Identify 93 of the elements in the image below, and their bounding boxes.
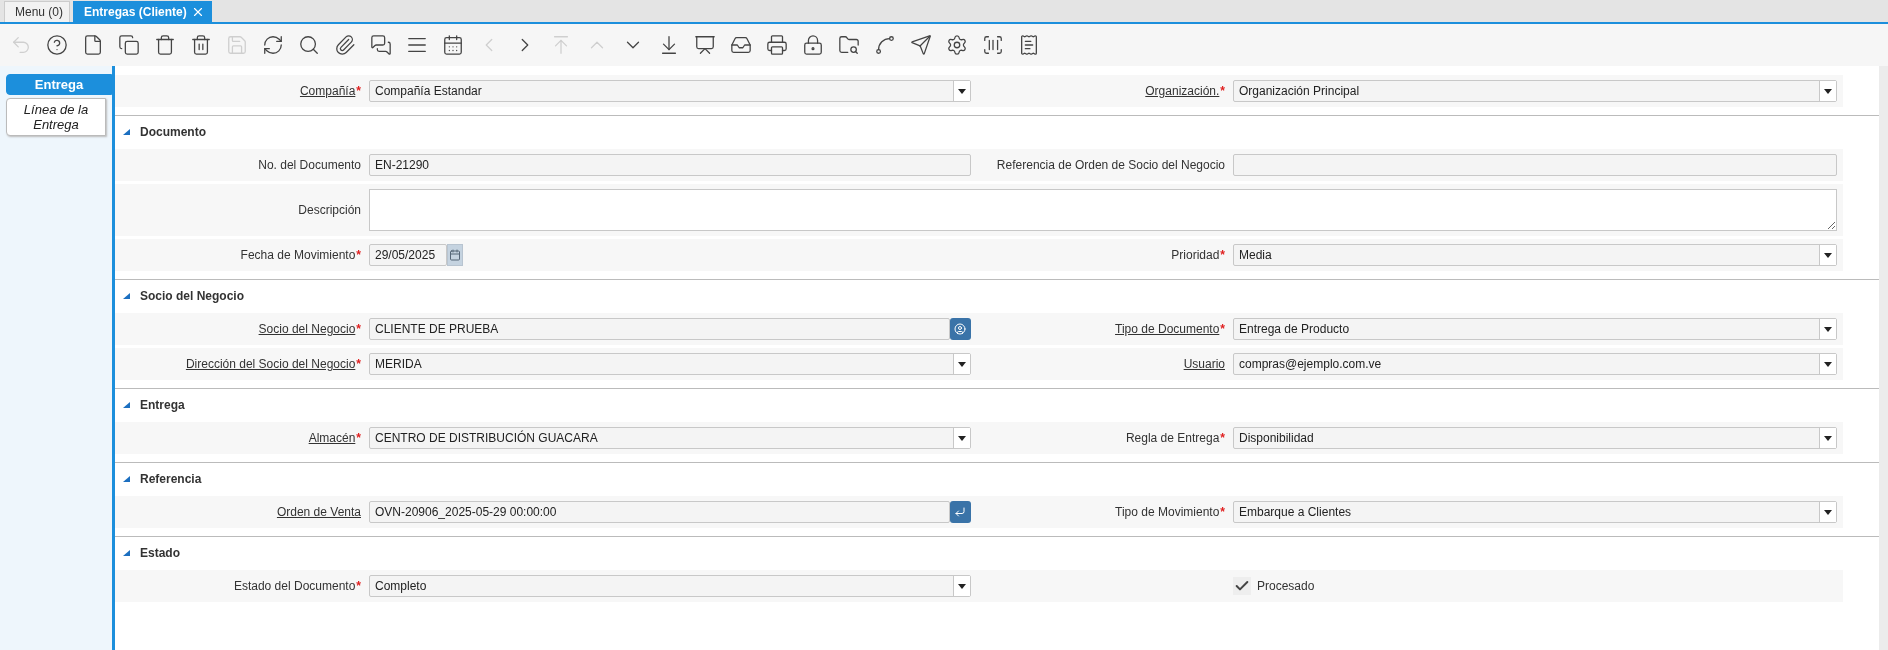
refresh-icon[interactable]	[262, 34, 284, 56]
collapse-icon[interactable]	[123, 293, 130, 299]
lock-icon[interactable]	[802, 34, 824, 56]
required-mark: *	[356, 322, 361, 336]
search-field[interactable]: CLIENTE DE PRUEBA	[369, 318, 950, 340]
record-tab[interactable]: Línea de la Entrega	[6, 98, 106, 136]
dropdown-field[interactable]: Entrega de Producto	[1233, 318, 1837, 340]
dropdown-field[interactable]: Media	[1233, 244, 1837, 266]
caret-icon[interactable]	[1819, 428, 1836, 448]
field-label: Tipo de Movimiento	[1115, 505, 1220, 519]
field-label[interactable]: Tipo de Documento	[1115, 322, 1220, 336]
return-button[interactable]	[949, 501, 971, 523]
field-label[interactable]: Orden de Venta	[276, 505, 361, 519]
folder-search-icon[interactable]	[838, 34, 860, 56]
new-document-icon[interactable]	[82, 34, 104, 56]
field-label: Fecha de Movimiento	[240, 248, 356, 262]
printer-icon[interactable]	[766, 34, 788, 56]
input-field[interactable]: EN-21290	[369, 154, 971, 176]
field-label[interactable]: Usuario	[1183, 357, 1225, 371]
required-mark: *	[356, 431, 361, 445]
caret-icon[interactable]	[953, 354, 970, 374]
collapse-icon[interactable]	[123, 402, 130, 408]
caret-icon[interactable]	[1819, 502, 1836, 522]
dropdown-field[interactable]: Disponibilidad	[1233, 427, 1837, 449]
dropdown-field[interactable]: Completo	[369, 575, 971, 597]
field-label: No. del Documento	[258, 158, 361, 172]
required-mark: *	[1220, 505, 1225, 519]
section-title: Documento	[140, 125, 206, 139]
barcode-icon[interactable]	[982, 34, 1004, 56]
presentation-icon[interactable]	[694, 34, 716, 56]
required-mark: *	[356, 579, 361, 593]
receipt-icon[interactable]	[1018, 34, 1040, 56]
checkbox[interactable]	[1233, 577, 1251, 595]
dropdown-field[interactable]: Embarque a Clientes	[1233, 501, 1837, 523]
field-label: Estado del Documento	[233, 579, 356, 593]
search-field[interactable]: OVN-20906_2025-05-29 00:00:00	[369, 501, 950, 523]
send-icon[interactable]	[910, 34, 932, 56]
user-icon	[954, 323, 967, 335]
chat-icon[interactable]	[370, 34, 392, 56]
date-field[interactable]: 29/05/2025	[369, 244, 447, 266]
help-icon[interactable]	[46, 34, 68, 56]
checkbox-label: Procesado	[1257, 579, 1315, 593]
caret-icon[interactable]	[1819, 245, 1836, 265]
settings-icon[interactable]	[946, 34, 968, 56]
return-arrow-icon	[954, 506, 967, 518]
field-label[interactable]: Socio del Negocio	[258, 322, 356, 336]
required-mark: *	[356, 248, 361, 262]
caret-icon[interactable]	[1819, 319, 1836, 339]
collapse-icon[interactable]	[123, 129, 130, 135]
calendar-icon	[449, 249, 461, 261]
required-mark: *	[356, 357, 361, 371]
required-mark: *	[1220, 431, 1225, 445]
input-field[interactable]	[1233, 154, 1837, 176]
dropdown-field[interactable]: MERIDA	[369, 353, 971, 375]
user-lookup-button[interactable]	[949, 318, 971, 340]
window-tab[interactable]: Menu (0)	[4, 1, 71, 22]
dropdown-field[interactable]: CENTRO DE DISTRIBUCIÓN GUACARA	[369, 427, 971, 449]
field-label[interactable]: Compañía	[299, 84, 356, 98]
tray-icon[interactable]	[730, 34, 752, 56]
section-title: Entrega	[140, 398, 185, 412]
copy-icon[interactable]	[118, 34, 140, 56]
section-title: Referencia	[140, 472, 202, 486]
field-label[interactable]: Almacén	[308, 431, 356, 445]
trash-icon[interactable]	[190, 34, 212, 56]
required-mark: *	[1220, 322, 1225, 336]
dropdown-field[interactable]: compras@ejemplo.com.ve	[1233, 353, 1837, 375]
caret-icon[interactable]	[953, 428, 970, 448]
caret-icon[interactable]	[1819, 81, 1836, 101]
dropdown-field[interactable]: Compañía Estandar	[369, 80, 971, 102]
section-title: Estado	[140, 546, 180, 560]
required-mark: *	[1220, 84, 1225, 98]
field-label: Regla de Entrega	[1125, 431, 1220, 445]
paperclip-icon[interactable]	[334, 34, 356, 56]
required-mark: *	[1220, 248, 1225, 262]
caret-icon[interactable]	[953, 576, 970, 596]
caret-icon[interactable]	[1819, 354, 1836, 374]
field-label: Referencia de Orden de Socio del Negocio	[996, 158, 1225, 172]
field-label[interactable]: Dirección del Socio del Negocio	[185, 357, 356, 371]
required-mark: *	[356, 84, 361, 98]
collapse-icon[interactable]	[123, 476, 130, 482]
calendar-button[interactable]	[447, 244, 463, 266]
trash-icon[interactable]	[154, 34, 176, 56]
field-label: Prioridad	[1171, 248, 1220, 262]
caret-icon[interactable]	[953, 81, 970, 101]
field-label: Descripción	[298, 203, 361, 217]
search-icon[interactable]	[298, 34, 320, 56]
field-label[interactable]: Organización.	[1145, 84, 1220, 98]
calendar-icon[interactable]	[442, 34, 464, 56]
description-field[interactable]	[369, 189, 1837, 231]
section-title: Socio del Negocio	[140, 289, 244, 303]
dropdown-field[interactable]: Organización Principal	[1233, 80, 1837, 102]
path-icon[interactable]	[874, 34, 896, 56]
collapse-icon[interactable]	[123, 550, 130, 556]
